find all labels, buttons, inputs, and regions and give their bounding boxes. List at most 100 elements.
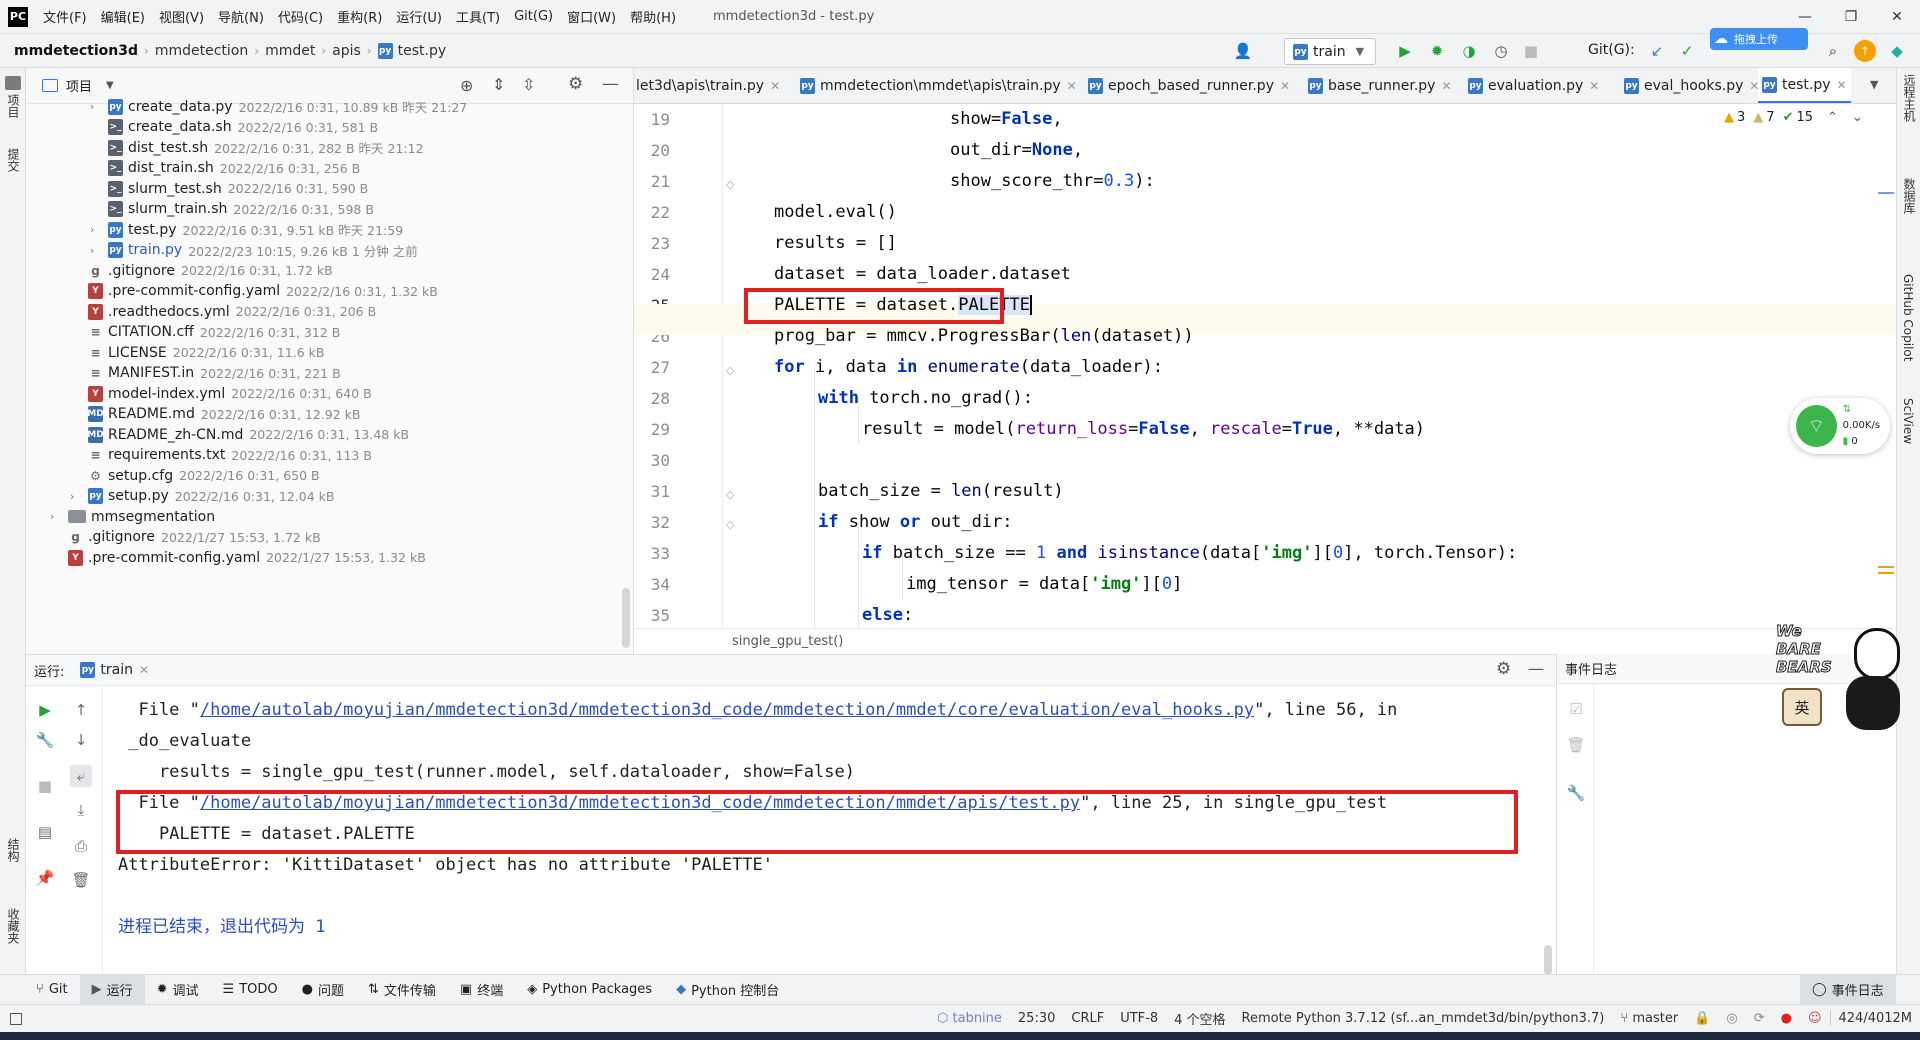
fold-marker-icon[interactable]: ◇ (726, 518, 734, 531)
scroll-down-icon[interactable]: ↓ (70, 729, 92, 751)
user-icon[interactable]: 👤 (1232, 40, 1254, 62)
plugin-icon[interactable]: ◆ (1886, 40, 1908, 62)
chevron-right-icon[interactable]: › (90, 223, 104, 236)
code-line-35[interactable]: else: (862, 600, 913, 631)
notification-icon[interactable]: ☺ (1800, 1011, 1830, 1026)
code-line-33[interactable]: if batch_size == 1 and isinstance(data['… (862, 538, 1517, 569)
sync-icon[interactable]: ⟳ (1746, 1011, 1773, 1026)
indent-setting[interactable]: 4 个空格 (1166, 1009, 1233, 1028)
tool-favorites[interactable]: 收藏夹 (5, 908, 22, 944)
tool-github-copilot[interactable]: GitHub Copilot (1901, 274, 1915, 361)
tool-sciview[interactable]: SciView (1901, 398, 1915, 444)
run-icon[interactable]: ▶ (1394, 40, 1416, 62)
tab-base-runner[interactable]: py base_runner.py ✕ (1304, 68, 1456, 103)
tree-file[interactable]: Y .pre-commit-config.yaml 2022/1/27 15:53,… (50, 545, 426, 570)
stop-icon[interactable]: ■ (34, 775, 56, 797)
soft-wrap-icon[interactable]: ⤶ (70, 765, 92, 787)
menu-help[interactable]: 帮助(H) (623, 7, 683, 26)
code-line-20[interactable]: out_dir=None, (950, 135, 1083, 166)
line-separator[interactable]: CRLF (1063, 1011, 1112, 1026)
tab-evaluation[interactable]: py evaluation.py ✕ (1464, 68, 1603, 103)
tabnine-icon[interactable]: ⬡ tabnine (929, 1011, 1010, 1026)
tool-tab-python-packages[interactable]: ◈ Python Packages (515, 975, 664, 1005)
code-line-28[interactable]: with torch.no_grad(): (818, 383, 1033, 414)
tool-tab-python-console[interactable]: ◆ Python 控制台 (664, 975, 791, 1005)
code-line-34[interactable]: img_tensor = data['img'][0] (906, 569, 1182, 600)
file-encoding[interactable]: UTF-8 (1112, 1011, 1166, 1026)
run-tab-train[interactable]: train (100, 662, 133, 678)
code-line-29[interactable]: result = model(return_loss=False, rescal… (862, 414, 1425, 445)
tab-train-py-mmdet3d[interactable]: let3d\apis\train.py ✕ (634, 68, 784, 103)
console-scrollbar[interactable] (1544, 945, 1552, 975)
scroll-to-end-icon[interactable]: ⤓ (70, 799, 92, 821)
traceback-link-eval-hooks[interactable]: /home/autolab/moyujian/mmdetection3d/mmd… (200, 700, 1254, 720)
code-line-27[interactable]: for i, data in enumerate(data_loader): (774, 352, 1163, 383)
coverage-icon[interactable]: ◑ (1458, 40, 1480, 62)
menu-tools[interactable]: 工具(T) (449, 7, 507, 26)
gear-icon[interactable]: ⚙ (1496, 659, 1511, 679)
tool-tab-debug[interactable]: ✹ 调试 (145, 975, 211, 1005)
breadcrumb-mmdet[interactable]: mmdet (259, 43, 321, 59)
code-line-26[interactable]: prog_bar = mmcv.ProgressBar(len(dataset)… (774, 321, 1194, 352)
tool-tab-todo[interactable]: ☰ TODO (211, 975, 290, 1005)
menu-refactor[interactable]: 重构(R) (330, 7, 389, 26)
run-config-selector[interactable]: py train ▼ (1284, 38, 1376, 65)
code-line-19[interactable]: show=False, (950, 104, 1063, 135)
chevron-down-icon[interactable]: ⌄ (1852, 110, 1863, 125)
debug-icon[interactable]: ✹ (1426, 40, 1448, 62)
menu-file[interactable]: 文件(F) (36, 7, 94, 26)
close-tab-icon[interactable]: ✕ (1280, 79, 1290, 93)
rerun-icon[interactable]: ▶ (34, 699, 56, 721)
tool-tab-file-transfer[interactable]: ⇅ 文件传输 (356, 975, 448, 1005)
menu-edit[interactable]: 编辑(E) (94, 7, 152, 26)
tool-tab-problems[interactable]: ● 问题 (290, 975, 356, 1005)
code-line-24[interactable]: dataset = data_loader.dataset (774, 259, 1071, 290)
tool-tab-run[interactable]: ▶ 运行 (79, 974, 145, 1005)
chevron-right-icon[interactable]: › (50, 510, 64, 523)
wrench-icon[interactable]: 🔧 (34, 729, 56, 751)
chevron-right-icon[interactable]: › (90, 244, 104, 257)
git-update-icon[interactable]: ↙ (1646, 40, 1668, 62)
trash-icon[interactable]: 🗑 (70, 869, 92, 891)
git-commit-icon[interactable]: ✓ (1676, 40, 1698, 62)
pin-icon[interactable]: 📌 (34, 867, 56, 889)
menu-git[interactable]: Git(G) (507, 9, 560, 24)
scroll-up-icon[interactable]: ↑ (70, 699, 92, 721)
hide-panel-icon[interactable]: — (602, 74, 619, 94)
code-line-23[interactable]: results = [] (774, 228, 897, 259)
fold-marker-icon[interactable]: ◇ (726, 488, 734, 501)
code-line-22[interactable]: model.eval() (774, 197, 897, 228)
menu-window[interactable]: 窗口(W) (560, 7, 623, 26)
tool-database[interactable]: 数据库 (1901, 178, 1918, 214)
breadcrumb-apis[interactable]: apis (326, 43, 367, 59)
updates-icon[interactable]: ↑ (1854, 40, 1876, 62)
network-speed-widget[interactable]: ⌔ ⇅ 0.00K/s ▮ 0 (1790, 398, 1890, 454)
collapse-all-icon[interactable]: ⇳ (522, 75, 535, 94)
tool-structure[interactable]: 结构 (5, 838, 22, 862)
code-line-32[interactable]: if show or out_dir: (818, 507, 1013, 538)
fold-marker-icon[interactable]: ◇ (726, 178, 734, 191)
tab-eval-hooks[interactable]: py eval_hooks.py ✕ (1620, 68, 1763, 103)
expand-all-icon[interactable]: ⇕ (492, 75, 505, 94)
inspection-widget[interactable]: ▲ 3 ▲ 7 ✔ 15 ⌃ ⌄ (1724, 110, 1863, 125)
menu-code[interactable]: 代码(C) (271, 7, 330, 26)
close-tab-icon[interactable]: ✕ (1067, 79, 1077, 93)
chevron-right-icon[interactable]: › (90, 100, 104, 113)
breadcrumb-test-py[interactable]: test.py (398, 43, 453, 59)
chevron-right-icon[interactable]: › (70, 490, 84, 503)
profile-icon[interactable]: ◷ (1490, 40, 1512, 62)
tab-test-py[interactable]: py test.py ✕ (1758, 68, 1851, 103)
lock-icon[interactable]: 🔒 (1686, 1011, 1718, 1026)
project-title[interactable]: 项目 (66, 76, 92, 95)
copilot-icon[interactable]: ◎ (1718, 1011, 1745, 1026)
tree-scrollbar[interactable] (622, 588, 630, 648)
close-tab-icon[interactable]: ✕ (770, 79, 780, 93)
project-folder-icon[interactable] (5, 76, 21, 90)
chevron-down-icon[interactable]: ▼ (106, 80, 114, 91)
close-tab-icon[interactable]: ✕ (1589, 79, 1599, 93)
tool-tab-event-log[interactable]: ◯ 事件日志 (1800, 974, 1896, 1005)
tab-overflow-chevron-icon[interactable]: ▼ (1870, 78, 1878, 91)
code-line-31[interactable]: batch_size = len(result) (818, 476, 1064, 507)
menu-run[interactable]: 运行(U) (389, 7, 449, 26)
gear-icon[interactable]: ⚙ (568, 74, 583, 94)
